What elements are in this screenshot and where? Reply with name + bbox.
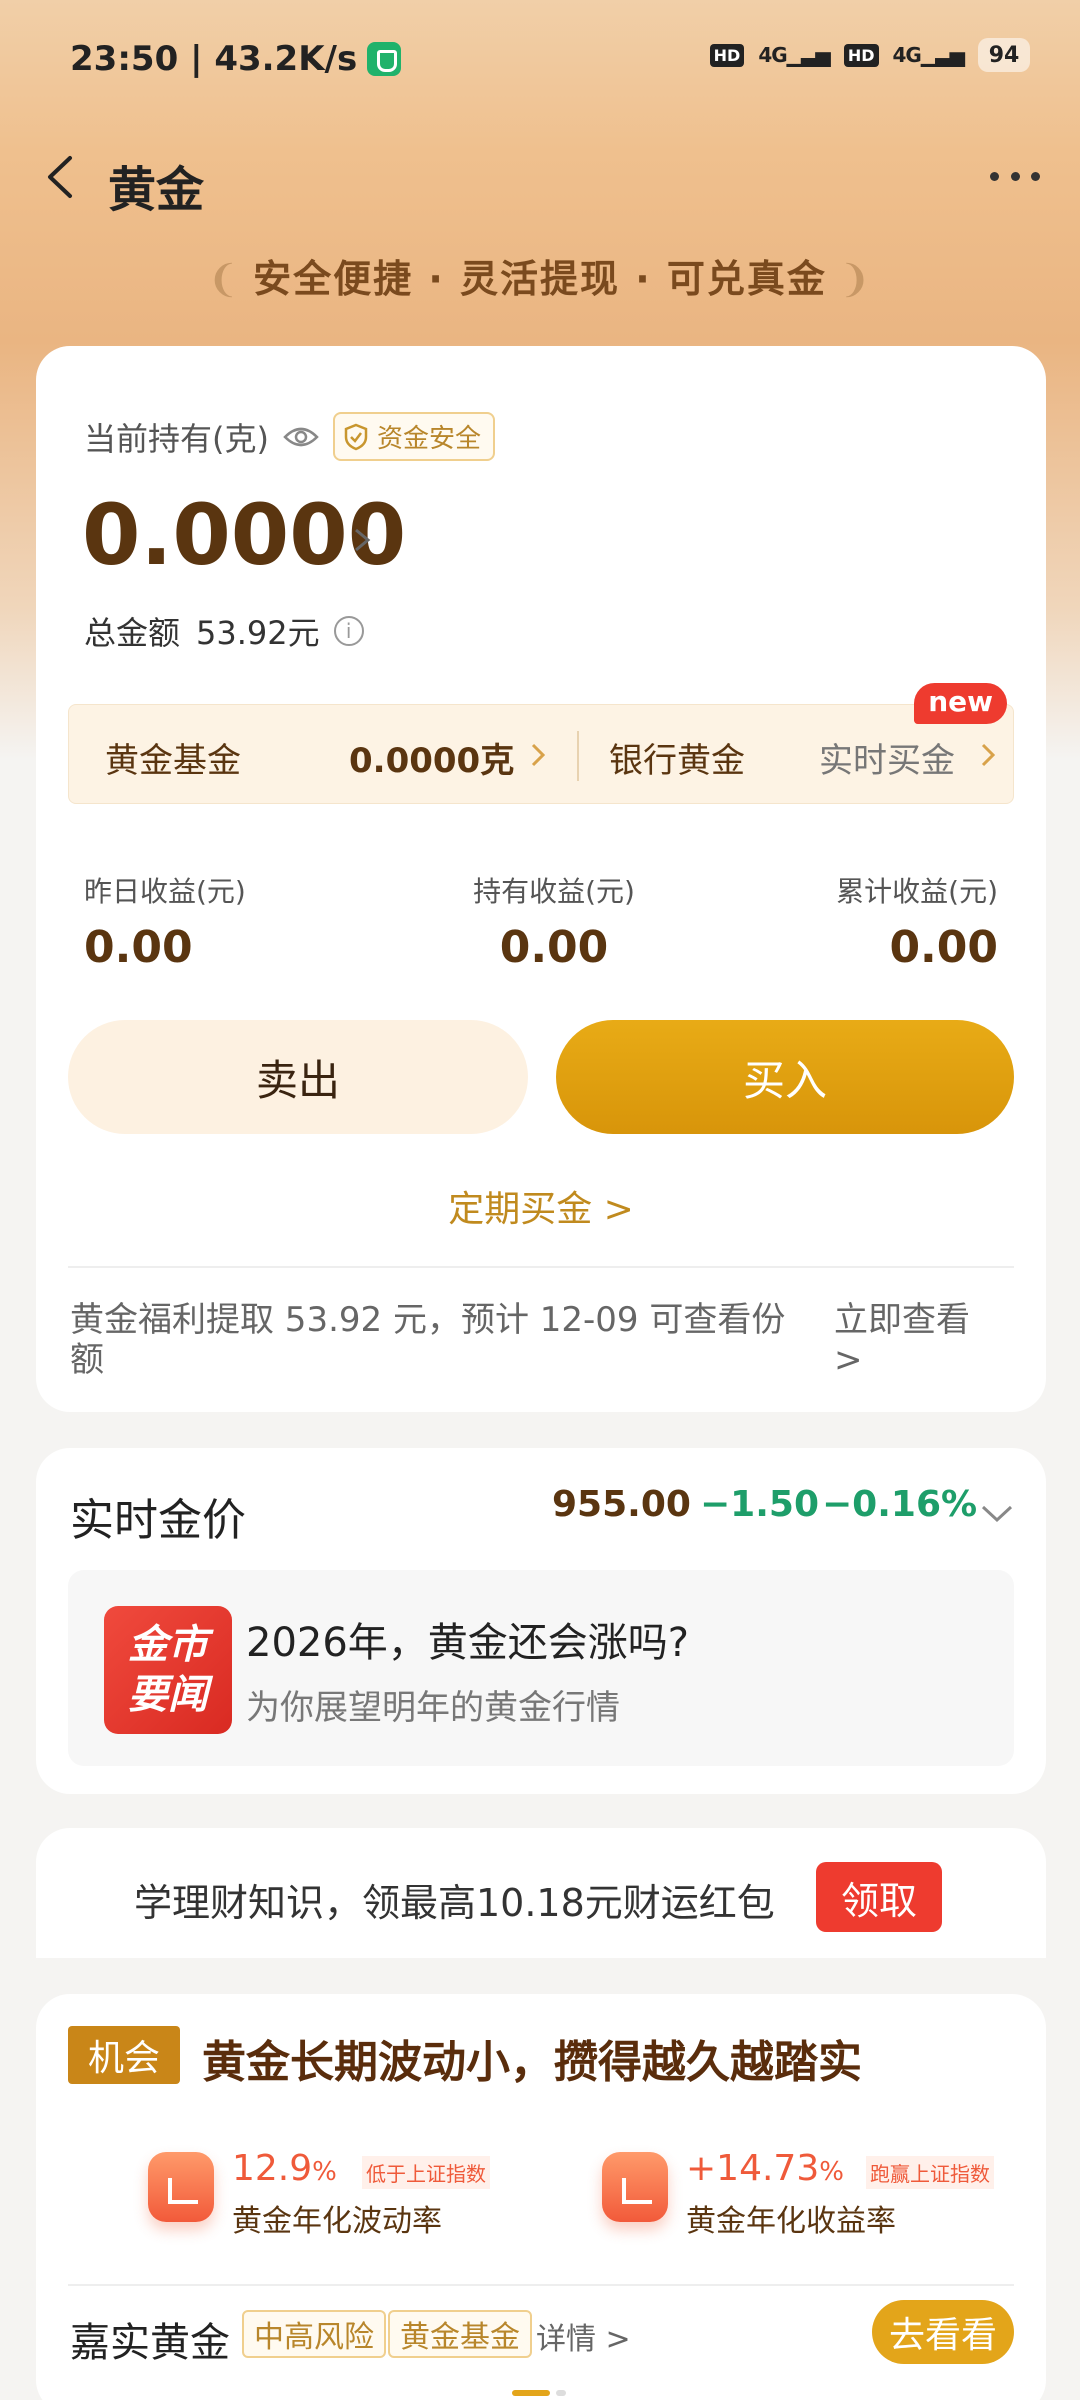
gold-price-card: 实时金价 955.00 −1.50 −0.16% 金市 要闻 2026年，黄金还… <box>36 1448 1046 1794</box>
status-right: HD 4G▁▃▅ HD 4G▁▃▅ 94 <box>709 38 1030 72</box>
price-change: −1.50 <box>700 1484 819 1525</box>
laurel-right-icon: ❩ <box>838 257 873 301</box>
opportunity-tag: 机会 <box>68 2026 180 2084</box>
carousel-indicator <box>512 2390 566 2396</box>
page-title: 黄金 <box>108 162 205 218</box>
buy-button[interactable]: 买入 <box>556 1020 1014 1134</box>
return-desc: 黄金年化收益率 <box>686 2204 896 2239</box>
earnings-total-label: 累计收益(元) <box>836 875 998 908</box>
bank-gold-label[interactable]: 银行黄金 <box>609 733 745 782</box>
promo-card: 学理财知识，领最高10.18元财运红包 领取 <box>36 1828 1046 1958</box>
earnings-yesterday: 昨日收益(元) 0.00 <box>84 870 246 973</box>
gold-fund-value[interactable]: 0.0000克 <box>349 733 514 782</box>
earnings-yesterday-value: 0.00 <box>84 922 193 973</box>
eye-icon[interactable] <box>283 425 319 449</box>
return-tip: 跑赢上证指数 <box>866 2156 994 2189</box>
strip-divider <box>577 731 579 781</box>
safe-badge-label: 资金安全 <box>376 424 481 454</box>
holding-card: 当前持有(克) 资金安全 0.0000 总金额 53.92元 i 黄金基金 0.… <box>36 346 1046 1412</box>
signal-icon-2: 4G▁▃▅ <box>892 43 965 67</box>
opportunity-divider <box>68 2284 1014 2286</box>
regular-buy-link[interactable]: 定期买金 > <box>36 1180 1046 1232</box>
bar-chart-icon <box>148 2152 214 2222</box>
gold-fund-label[interactable]: 黄金基金 <box>105 733 241 782</box>
info-icon[interactable]: i <box>333 616 364 646</box>
status-bar: 23:50 | 43.2K/s HD 4G▁▃▅ HD 4G▁▃▅ 94 <box>0 0 1080 118</box>
claim-button[interactable]: 领取 <box>816 1862 942 1932</box>
nav-bar: 黄金 <box>0 118 1080 238</box>
news-subtitle: 为你展望明年的黄金行情 <box>246 1688 620 1728</box>
laurel-left-icon: ❨ <box>207 257 242 301</box>
signal-icon: 4G▁▃▅ <box>758 43 830 67</box>
safe-badge[interactable]: 资金安全 <box>332 412 495 461</box>
back-icon[interactable] <box>40 154 86 200</box>
carousel-dot-active <box>512 2390 550 2396</box>
status-time-speed: 23:50 | 43.2K/s <box>70 39 358 79</box>
news-item[interactable]: 金市 要闻 2026年，黄金还会涨吗? 为你展望明年的黄金行情 <box>68 1570 1014 1766</box>
earnings-holding-label: 持有收益(元) <box>473 875 635 908</box>
trend-up-icon <box>602 2152 668 2222</box>
chevron-right-icon[interactable] <box>531 743 545 767</box>
earnings-yesterday-label: 昨日收益(元) <box>84 875 246 908</box>
return-value: +14.73% <box>686 2148 844 2189</box>
earnings-holding: 持有收益(元) 0.00 <box>454 870 654 973</box>
view-now-link[interactable]: 立即查看 > <box>834 1300 994 1380</box>
opportunity-card: 机会 黄金长期波动小，攒得越久越踏实 12.9% 低于上证指数 黄金年化波动率 … <box>36 1994 1046 2400</box>
slogan: ❨ 安全便捷 · 灵活提现 · 可兑真金 ❩ <box>0 248 1080 303</box>
welfare-notice: 黄金福利提取 53.92 元，预计 12-09 可查看份额 <box>70 1300 786 1380</box>
price-percent: −0.16% <box>822 1484 978 1525</box>
total-label: 总金额 <box>84 614 181 652</box>
price-value: 955.00 <box>552 1484 691 1525</box>
fund-type-tag: 黄金基金 <box>388 2310 532 2358</box>
total-amount-row: 总金额 53.92元 i <box>84 608 364 654</box>
hd-icon: HD <box>709 43 745 67</box>
volatility-tip: 低于上证指数 <box>362 2156 490 2189</box>
more-icon[interactable] <box>990 168 1040 184</box>
holding-label: 当前持有(克) <box>84 419 269 458</box>
notice-divider <box>68 1266 1014 1268</box>
earnings-holding-value: 0.00 <box>499 922 609 973</box>
chevron-right-icon[interactable] <box>981 743 995 767</box>
hd-icon-2: HD <box>843 43 879 67</box>
slogan-text: 安全便捷 · 灵活提现 · 可兑真金 <box>253 257 827 301</box>
earnings-total-value: 0.00 <box>889 922 998 973</box>
sell-button[interactable]: 卖出 <box>68 1020 528 1134</box>
gold-news-logo-icon: 金市 要闻 <box>104 1606 232 1734</box>
shield-icon <box>367 42 402 76</box>
battery-indicator: 94 <box>978 38 1030 72</box>
volatility-desc: 黄金年化波动率 <box>232 2204 442 2239</box>
earnings-total: 累计收益(元) 0.00 <box>836 870 998 973</box>
fund-name[interactable]: 嘉实黄金 <box>70 2310 230 2368</box>
buy-live-link[interactable]: 实时买金 <box>819 733 955 782</box>
price-title: 实时金价 <box>70 1495 246 1546</box>
promo-text: 学理财知识，领最高10.18元财运红包 <box>134 1881 775 1925</box>
shield-check-icon <box>344 423 368 450</box>
volatility-value: 12.9% <box>232 2148 337 2189</box>
go-see-button[interactable]: 去看看 <box>872 2300 1014 2364</box>
opportunity-title: 黄金长期波动小，攒得越久越踏实 <box>202 2037 862 2088</box>
total-value: 53.92元 <box>196 614 320 652</box>
chevron-down-icon[interactable] <box>980 1504 1014 1524</box>
news-title[interactable]: 2026年，黄金还会涨吗? <box>246 1610 689 1668</box>
chevron-right-icon[interactable] <box>352 522 374 558</box>
detail-link[interactable]: 详情 > <box>536 2314 631 2358</box>
gold-type-strip: 黄金基金 0.0000克 银行黄金 实时买金 new <box>68 683 1014 804</box>
risk-tag: 中高风险 <box>242 2310 386 2358</box>
carousel-dot <box>556 2390 566 2396</box>
new-badge: new <box>914 683 1007 724</box>
holding-label-row: 当前持有(克) 资金安全 <box>84 412 495 461</box>
